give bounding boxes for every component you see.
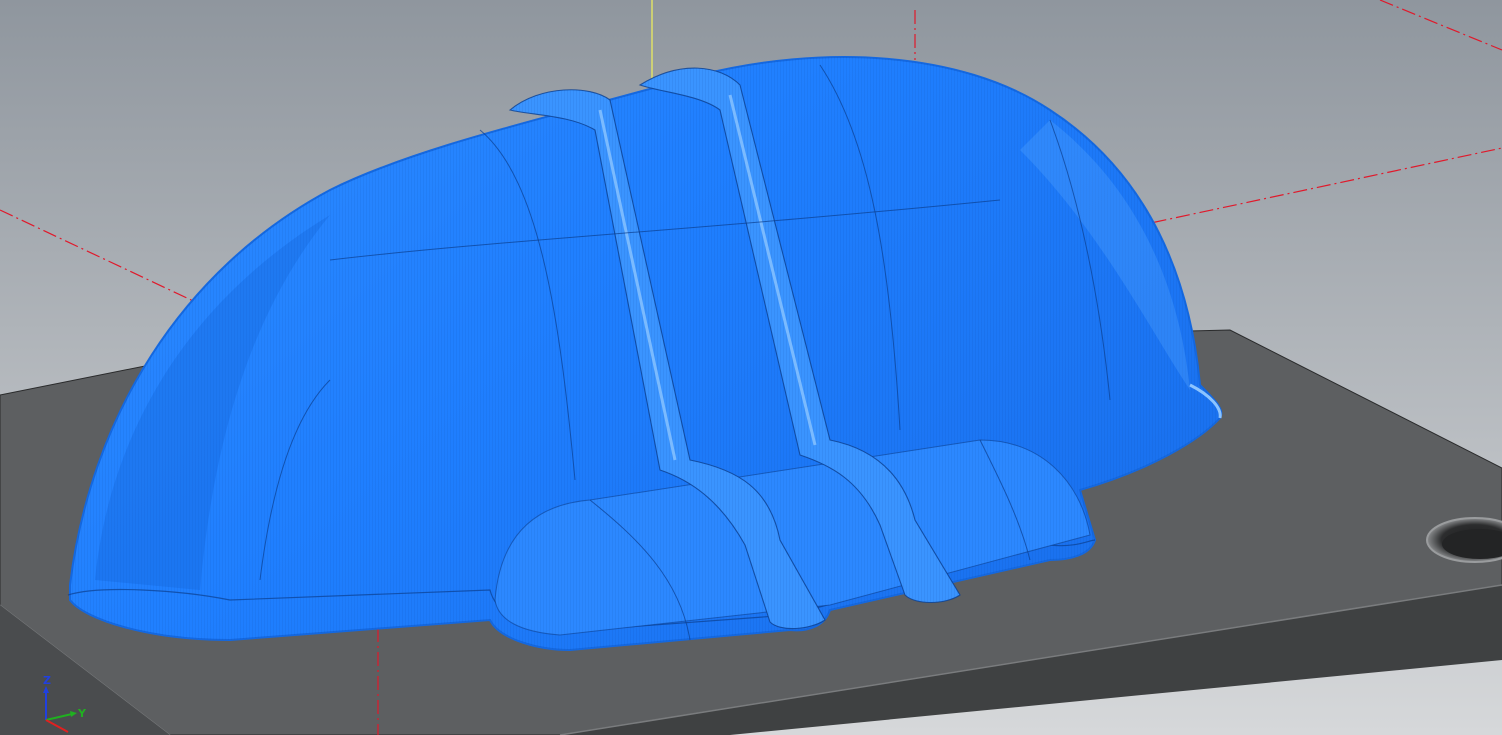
triad-y-label: Y	[77, 707, 87, 720]
triad-z-label: Z	[43, 674, 51, 687]
cad-3d-viewport[interactable]: Z Y	[0, 0, 1502, 735]
